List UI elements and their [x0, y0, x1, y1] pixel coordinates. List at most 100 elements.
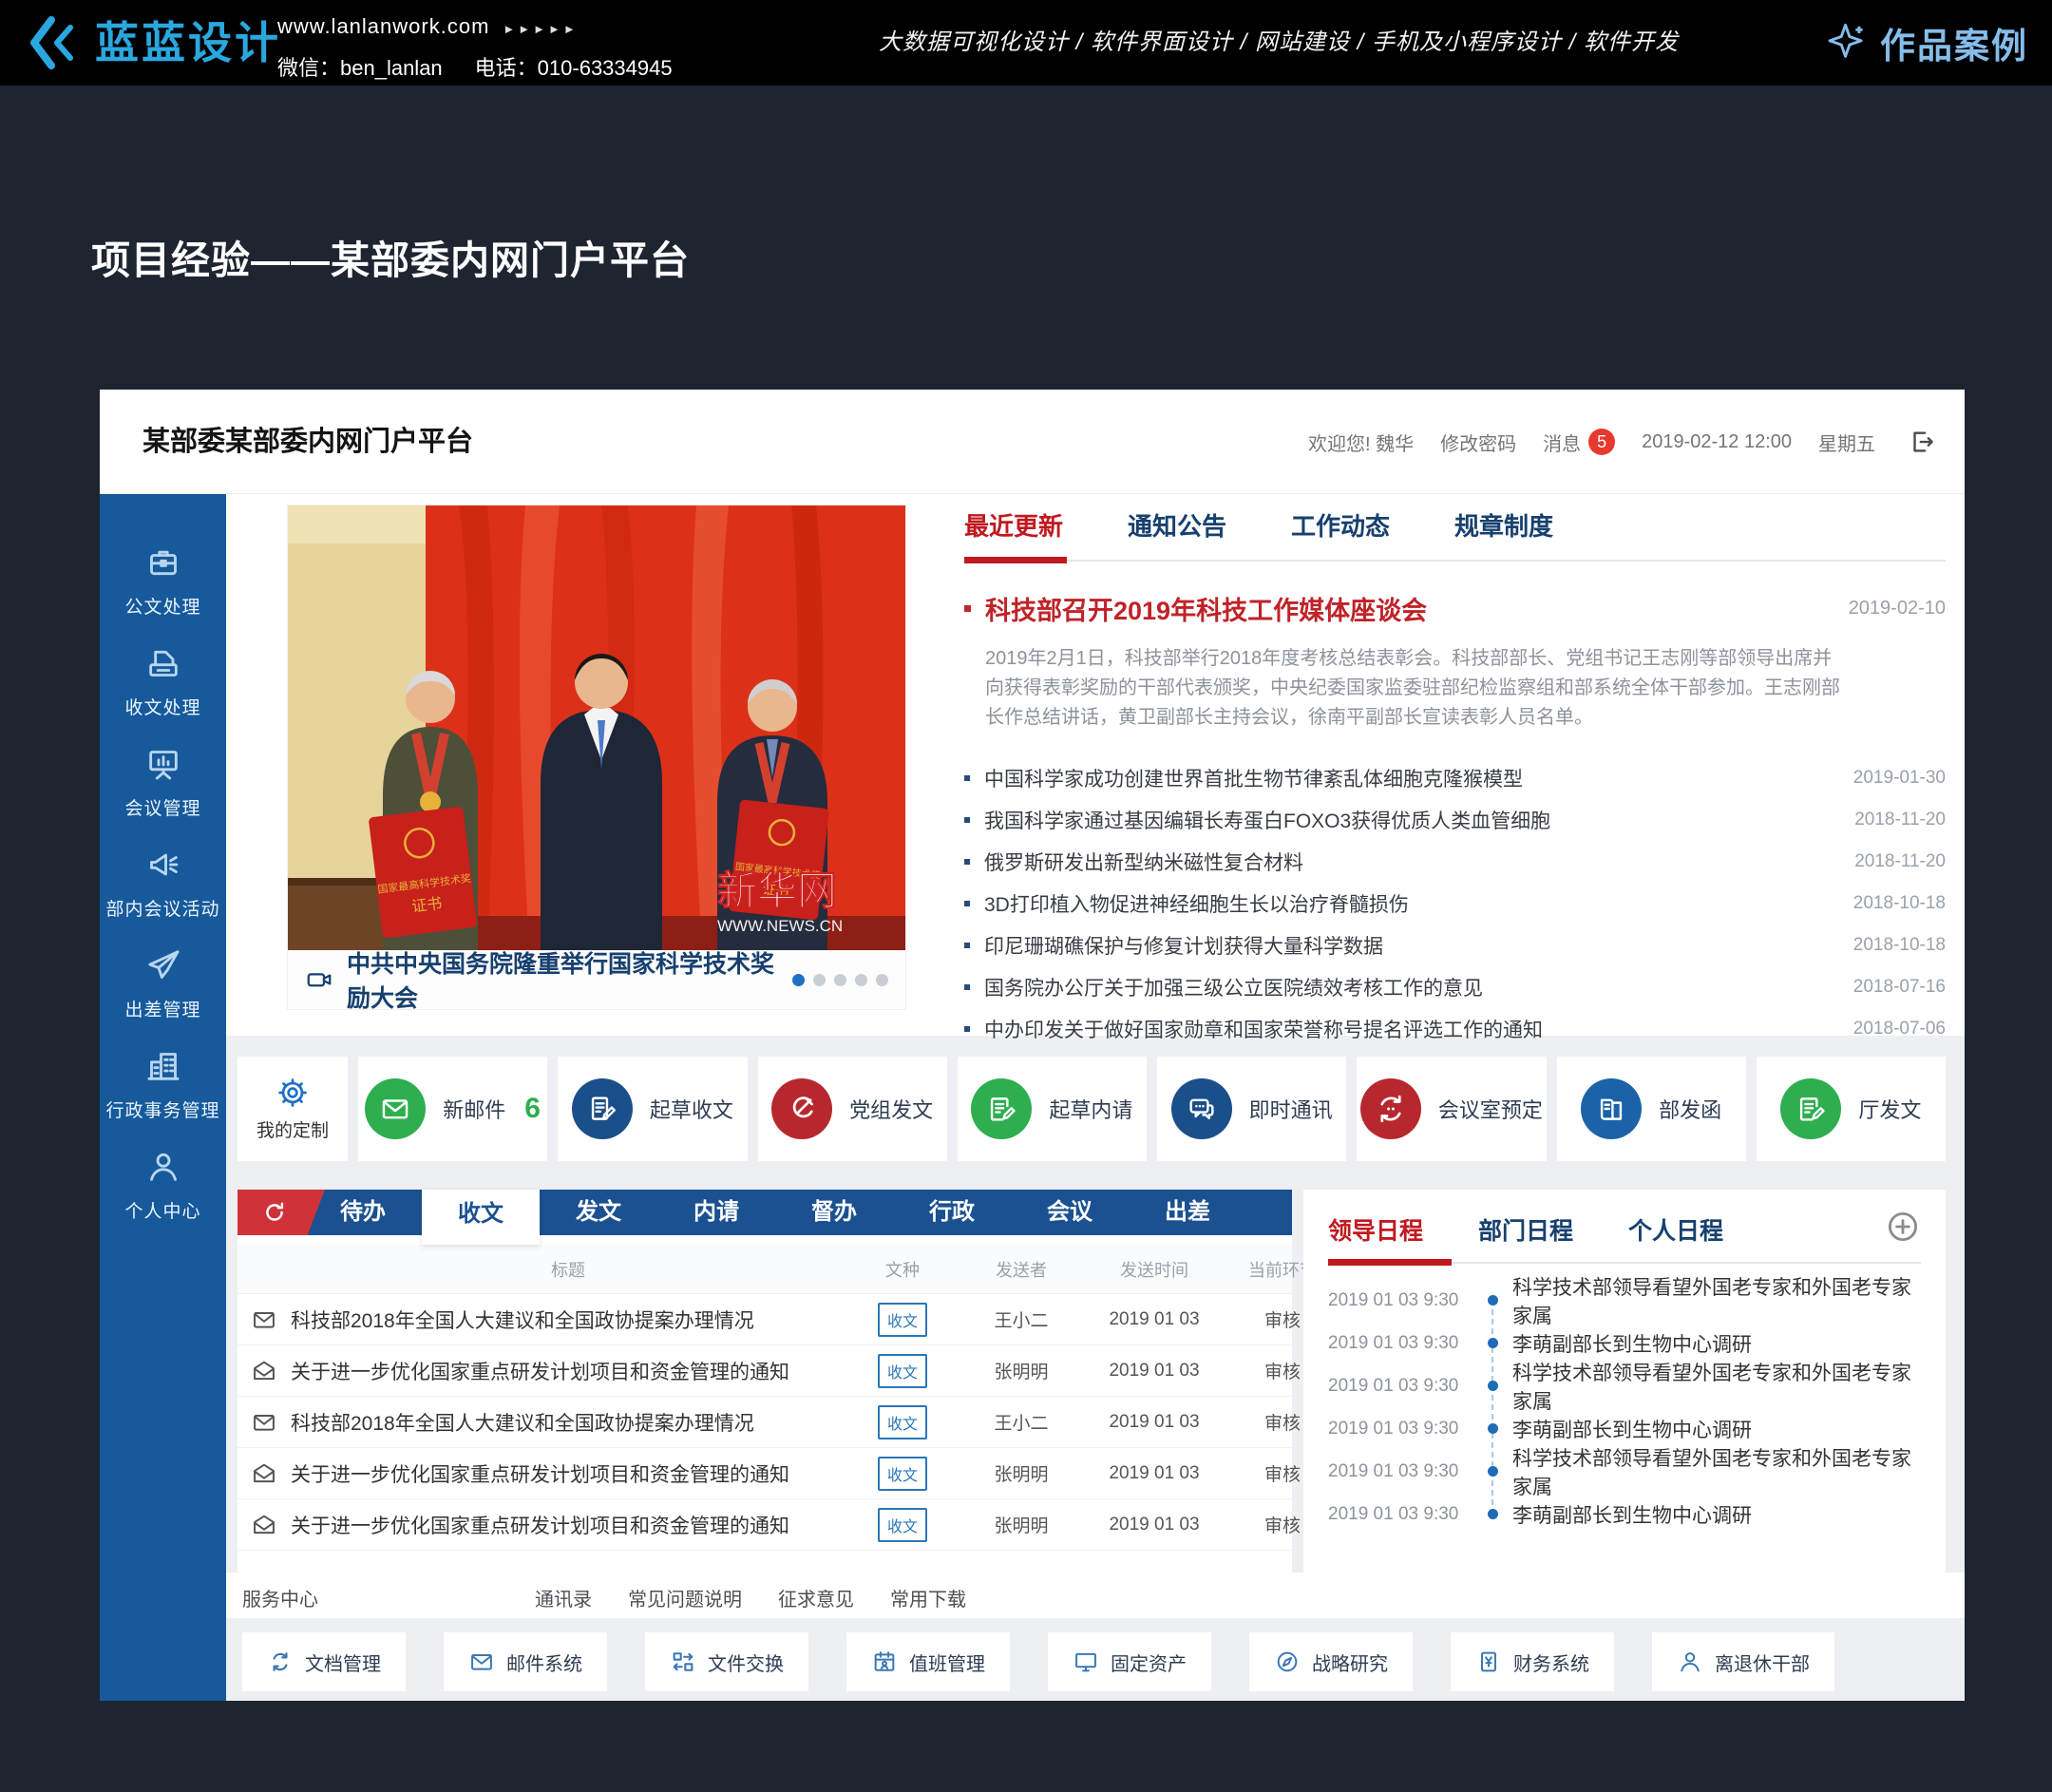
news-item-title[interactable]: 中国科学家成功创建世界首批生物节律紊乱体细胞克隆猴模型 — [984, 764, 1853, 792]
footer-links: 服务中心 通讯录 常见问题说明 征求意见 常用下载 — [242, 1580, 966, 1614]
refresh-icon — [261, 1199, 288, 1226]
sidebar-item-internal-meetings[interactable]: 部内会议活动 — [100, 846, 226, 921]
carousel-dot[interactable] — [876, 974, 888, 986]
column-doc-type: 文种 — [846, 1257, 960, 1282]
megaphone-icon — [144, 846, 182, 884]
draft-internal-button[interactable]: 起草内请 — [958, 1057, 1147, 1161]
news-item-title[interactable]: 俄罗斯研发出新型纳米磁性复合材料 — [984, 848, 1854, 876]
news-item: 中国科学家成功创建世界首批生物节律紊乱体细胞克隆猴模型2019-01-30 — [964, 757, 1946, 799]
footer-link-feedback[interactable]: 征求意见 — [778, 1584, 854, 1611]
tab-department-schedule[interactable]: 部门日程 — [1478, 1212, 1573, 1247]
timeline-dot-icon — [1472, 1466, 1512, 1477]
tab-trips[interactable]: 出差 — [1129, 1190, 1246, 1235]
schedule-time: 2019 01 03 9:30 — [1328, 1461, 1472, 1482]
party-dispatch-button[interactable]: 党组发文 — [758, 1057, 947, 1161]
news-item-date: 2018-10-18 — [1853, 893, 1946, 914]
carousel-caption[interactable]: 中共中央国务院隆重举行国家科学技术奖励大会 — [347, 945, 792, 1014]
tab-internal-request[interactable]: 内请 — [657, 1190, 775, 1235]
task-title: 关于进一步优化国家重点研发计划项目和资金管理的通知 — [291, 1511, 846, 1539]
news-item-title[interactable]: 3D打印植入物促进神经细胞生长以治疗脊髓损伤 — [984, 889, 1853, 918]
table-row[interactable]: 科技部2018年全国人大建议和全国政协提案办理情况 收文 王小二 2019 01… — [238, 1294, 1292, 1345]
tab-supervision[interactable]: 督办 — [775, 1190, 893, 1235]
carousel-dot[interactable] — [855, 974, 867, 986]
message-count-badge: 5 — [1588, 429, 1615, 455]
tab-leader-schedule[interactable]: 领导日程 — [1328, 1212, 1423, 1247]
portfolio-label: 作品案例 — [1880, 17, 2028, 68]
services-list: 大数据可视化设计 / 软件界面设计 / 网站建设 / 手机及小程序设计 / 软件… — [879, 0, 1679, 86]
footer-link-downloads[interactable]: 常用下载 — [890, 1584, 966, 1611]
mail-closed-icon — [251, 1306, 277, 1333]
schedule-text: 科学技术部领导看望外国老专家和外国老专家家属 — [1512, 1443, 1921, 1500]
table-row[interactable]: 关于进一步优化国家重点研发计划项目和资金管理的通知 收文 张明明 2019 01… — [238, 1448, 1292, 1499]
quick-action-label: 厅发文 — [1858, 1094, 1921, 1124]
featured-news-title[interactable]: 科技部召开2019年科技工作媒体座谈会 — [985, 590, 1849, 627]
tab-regulations[interactable]: 规章制度 — [1454, 507, 1553, 543]
carousel-dot[interactable] — [813, 974, 826, 986]
add-schedule-icon[interactable] — [1885, 1209, 1921, 1245]
app-finance-system[interactable]: 财务系统 — [1451, 1632, 1614, 1691]
messages-link[interactable]: 消息 5 — [1543, 429, 1615, 456]
app-duty-management[interactable]: 值班管理 — [846, 1632, 1010, 1691]
bullet-icon — [964, 775, 970, 781]
footer-link-contacts[interactable]: 通讯录 — [535, 1584, 592, 1611]
sidebar-item-admin-affairs[interactable]: 行政事务管理 — [100, 1047, 226, 1122]
tab-meetings[interactable]: 会议 — [1011, 1190, 1129, 1235]
news-item-title[interactable]: 我国科学家通过基因编辑长寿蛋白FOXO3获得优质人类血管细胞 — [984, 806, 1854, 834]
my-customization-button[interactable]: 我的定制 — [238, 1057, 348, 1161]
mail-open-icon — [251, 1460, 277, 1487]
sidebar-item-personal-center[interactable]: 个人中心 — [100, 1148, 226, 1223]
app-document-management[interactable]: 文档管理 — [242, 1632, 406, 1691]
sync-icon — [267, 1649, 294, 1675]
app-mail-system[interactable]: 邮件系统 — [444, 1632, 607, 1691]
tab-work-trends[interactable]: 工作动态 — [1291, 507, 1390, 543]
briefcase-icon — [144, 543, 182, 581]
sidebar-item-incoming-docs[interactable]: 收文处理 — [100, 644, 226, 719]
website-link[interactable]: www.lanlanwork.com — [277, 14, 489, 38]
logout-icon[interactable] — [1908, 428, 1936, 456]
new-mail-button[interactable]: 新邮件 6 — [358, 1057, 547, 1161]
tab-incoming[interactable]: 收文 — [422, 1190, 540, 1245]
tab-administration[interactable]: 行政 — [893, 1190, 1011, 1235]
tab-recent-updates[interactable]: 最近更新 — [964, 507, 1063, 543]
table-row[interactable]: 科技部2018年全国人大建议和全国政协提案办理情况 收文 王小二 2019 01… — [238, 1397, 1292, 1448]
app-fixed-assets[interactable]: 固定资产 — [1048, 1632, 1211, 1691]
schedule-item[interactable]: 2019 01 03 9:30科学技术部领导看望外国老专家和外国老专家家属 — [1328, 1279, 1921, 1322]
draft-pen-icon — [985, 1093, 1017, 1125]
app-strategy-research[interactable]: 战略研究 — [1249, 1632, 1413, 1691]
tab-outgoing[interactable]: 发文 — [540, 1190, 657, 1235]
tab-notices[interactable]: 通知公告 — [1128, 507, 1226, 543]
schedule-item[interactable]: 2019 01 03 9:30科学技术部领导看望外国老专家和外国老专家家属 — [1328, 1364, 1921, 1407]
carousel-dot[interactable] — [834, 974, 846, 986]
schedule-item[interactable]: 2019 01 03 9:30李萌副部长到生物中心调研 — [1328, 1493, 1921, 1535]
sidebar-item-business-trips[interactable]: 出差管理 — [100, 946, 226, 1021]
meeting-room-booking-button[interactable]: 会议室预定 — [1357, 1057, 1546, 1161]
award-ceremony-photo[interactable]: 国家最高科学技术奖 证书 — [288, 505, 905, 950]
schedule-time: 2019 01 03 9:30 — [1328, 1333, 1472, 1354]
footer-link-service-center[interactable]: 服务中心 — [242, 1584, 318, 1611]
tab-personal-schedule[interactable]: 个人日程 — [1628, 1212, 1723, 1247]
app-label: 战略研究 — [1312, 1649, 1388, 1676]
sparkle-icon — [1825, 21, 1869, 65]
table-row[interactable]: 关于进一步优化国家重点研发计划项目和资金管理的通知 收文 张明明 2019 01… — [238, 1499, 1292, 1551]
news-item-title[interactable]: 印尼珊瑚礁保护与修复计划获得大量科学数据 — [984, 931, 1853, 960]
portfolio-link[interactable]: 作品案例 — [1825, 0, 2028, 86]
carousel-dot[interactable] — [792, 974, 805, 986]
news-item-date: 2018-07-06 — [1853, 1019, 1946, 1039]
office-dispatch-button[interactable]: 厅发文 — [1757, 1057, 1946, 1161]
draft-incoming-button[interactable]: 起草收文 — [558, 1057, 747, 1161]
table-row[interactable]: 关于进一步优化国家重点研发计划项目和资金管理的通知 收文 张明明 2019 01… — [238, 1345, 1292, 1397]
sidebar-item-document-processing[interactable]: 公文处理 — [100, 543, 226, 619]
app-file-exchange[interactable]: 文件交换 — [645, 1632, 808, 1691]
quick-action-label: 会议室预定 — [1438, 1094, 1543, 1124]
sidebar-item-meeting-management[interactable]: 会议管理 — [100, 745, 226, 820]
footer-link-faq[interactable]: 常见问题说明 — [628, 1584, 742, 1611]
exchange-icon — [670, 1649, 696, 1675]
app-retired-cadres[interactable]: 离退休干部 — [1652, 1632, 1834, 1691]
instant-messaging-button[interactable]: 即时通讯 — [1157, 1057, 1346, 1161]
schedule-item[interactable]: 2019 01 03 9:30科学技术部领导看望外国老专家和外国老专家家属 — [1328, 1450, 1921, 1493]
ministry-letter-button[interactable]: 部发函 — [1557, 1057, 1746, 1161]
news-item-title[interactable]: 国务院办公厅关于加强三级公立医院绩效考核工作的意见 — [984, 973, 1853, 1001]
change-password-link[interactable]: 修改密码 — [1440, 429, 1516, 456]
news-item-title[interactable]: 中办印发关于做好国家勋章和国家荣誉称号提名评选工作的通知 — [984, 1015, 1853, 1043]
quick-action-label: 我的定制 — [256, 1116, 329, 1142]
